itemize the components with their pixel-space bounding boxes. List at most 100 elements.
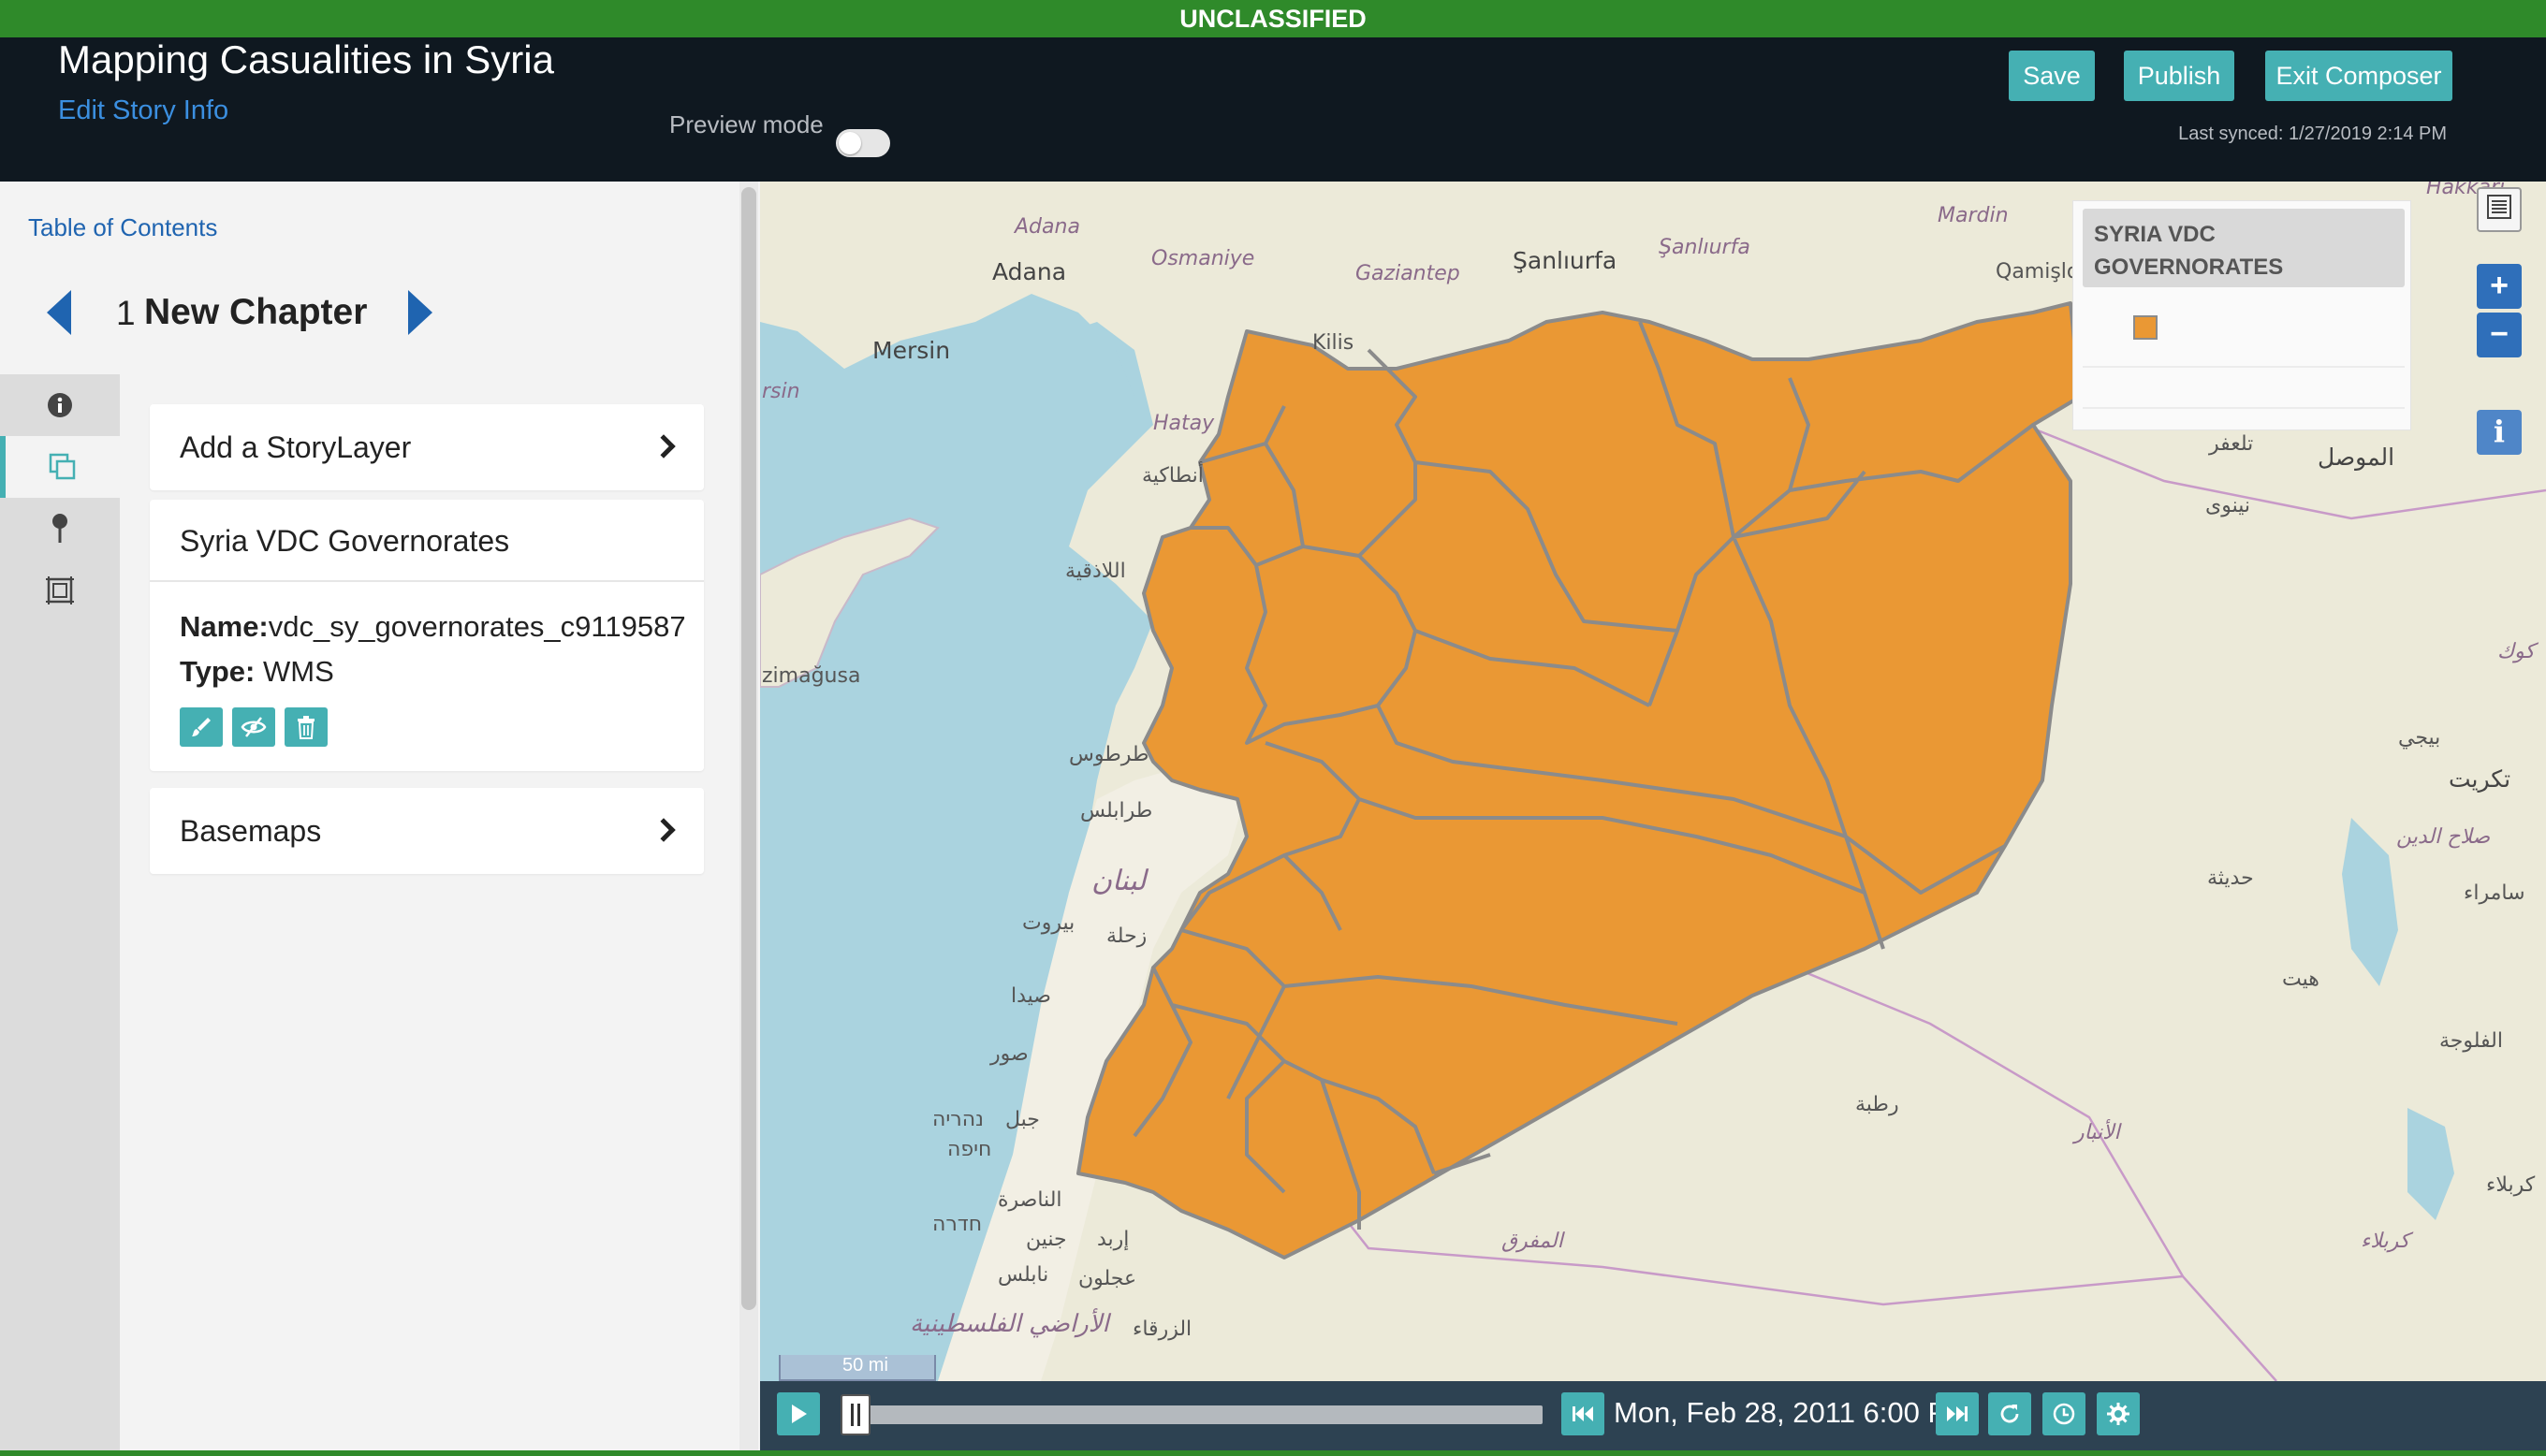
composer-left-panel: Table of Contents 1 New Chapter Add a St… (0, 182, 758, 1450)
next-chapter-arrow-icon[interactable] (408, 290, 432, 335)
map-label: zimağusa (762, 664, 861, 688)
layer-type-row: Type: WMS (180, 655, 334, 689)
layer-type-value: WMS (263, 655, 334, 688)
current-date-label: Mon, Feb 28, 2011 6:00 PM (1614, 1396, 1971, 1429)
map-label: חדרה (932, 1213, 983, 1236)
storylayer-title: Syria VDC Governorates (180, 524, 510, 558)
panel-scrollbar[interactable] (739, 182, 758, 1450)
map-label: طرطوس (1069, 743, 1149, 766)
preview-mode-toggle[interactable] (836, 129, 890, 157)
skip-back-button[interactable] (1561, 1392, 1604, 1435)
map-label: المفرق (1501, 1230, 1563, 1253)
map-label: صور (990, 1042, 1029, 1066)
layer-name-value: vdc_sy_governorates_c9119587 (268, 610, 686, 643)
toggle-visibility-button[interactable] (232, 707, 275, 747)
map-label: Qamişlo (1996, 260, 2080, 284)
map-label: نينوى (2205, 494, 2250, 517)
map-label: Adana (992, 258, 1067, 285)
style-layer-button[interactable] (180, 707, 223, 747)
tab-info[interactable] (0, 374, 120, 436)
map-label: اللاذقية (1065, 560, 1126, 583)
add-storylayer-card[interactable]: Add a StoryLayer (150, 404, 704, 490)
map-legend: SYRIA VDC GOVERNORATES (2072, 200, 2411, 430)
tab-frames[interactable] (0, 560, 120, 621)
chevron-right-icon[interactable] (651, 818, 676, 842)
classification-banner: UNCLASSIFIED (0, 0, 2546, 37)
loop-button[interactable] (1988, 1392, 2031, 1435)
map-label: الناصرة (998, 1188, 1062, 1212)
map-label: الزرقاء (1133, 1318, 1193, 1341)
map-label: الموصل (2318, 444, 2395, 471)
tab-storylayers[interactable] (0, 436, 120, 498)
map-label: نابلس (998, 1263, 1049, 1287)
toggle-knob (839, 132, 861, 154)
previous-chapter-arrow-icon[interactable] (47, 290, 71, 335)
timeline-slider-handle[interactable] (841, 1394, 871, 1435)
edit-story-info-link[interactable]: Edit Story Info (58, 95, 228, 126)
map-label: الأراضي الفلسطينية (910, 1310, 1109, 1338)
skip-forward-button[interactable] (1936, 1392, 1979, 1435)
save-button[interactable]: Save (2009, 51, 2095, 101)
map-label: بيجي (2398, 726, 2441, 750)
preview-mode-label: Preview mode (669, 110, 824, 138)
info-icon (48, 393, 72, 417)
map-label: سامراء (2464, 881, 2525, 905)
frame-icon (46, 576, 74, 604)
paintbrush-icon (192, 718, 211, 736)
map-info-button[interactable]: i (2477, 410, 2522, 455)
map-label: كربلاء (2361, 1230, 2410, 1253)
panel-tab-column (0, 374, 120, 1450)
timeline-track[interactable] (846, 1405, 1543, 1424)
layer-name-row: Name:vdc_sy_governorates_c9119587 (180, 610, 686, 644)
map-label: لبنان (1091, 865, 1147, 897)
basemaps-label: Basemaps (180, 814, 322, 848)
map-label: جنين (1026, 1228, 1067, 1251)
publish-button[interactable]: Publish (2124, 51, 2234, 101)
layer-action-buttons (180, 707, 328, 747)
exit-composer-button[interactable]: Exit Composer (2265, 51, 2452, 101)
chapter-title[interactable]: New Chapter (144, 292, 367, 333)
syria-governorates-layer (1076, 301, 2082, 1259)
map-view[interactable]: Adana Adana Osmaniye Gaziantep Şanlıurfa… (760, 182, 2546, 1381)
map-label: تكريت (2449, 765, 2511, 793)
scrollbar-thumb[interactable] (741, 187, 756, 1310)
scale-label: 50 mi (842, 1355, 888, 1376)
legend-swatch (2133, 315, 2158, 340)
map-label: طرابلس (1080, 799, 1153, 823)
zoom-out-button[interactable]: − (2477, 313, 2522, 357)
playback-settings-button[interactable] (2097, 1392, 2140, 1435)
bottom-classification-strip (0, 1450, 2546, 1456)
map-label: Şanlıurfa (1659, 236, 1750, 259)
map-label: رطبة (1855, 1093, 1899, 1116)
map-label: Mardin (1938, 204, 2009, 227)
composer-header: Mapping Casualities in Syria Edit Story … (0, 37, 2546, 182)
layers-copy-icon (49, 453, 76, 480)
basemaps-card[interactable]: Basemaps (150, 788, 704, 874)
legend-divider (2083, 366, 2405, 368)
refresh-icon (2000, 1405, 2019, 1423)
map-label: كوك (2497, 640, 2535, 663)
scale-bar: 50 mi (779, 1355, 936, 1381)
legend-title: SYRIA VDC GOVERNORATES (2094, 222, 2284, 280)
layer-switcher-button[interactable] (2477, 187, 2522, 232)
map-label: Adana (1015, 215, 1080, 239)
play-button[interactable] (777, 1392, 820, 1435)
gear-icon (2107, 1403, 2129, 1425)
zoom-in-button[interactable]: + (2477, 264, 2522, 309)
map-label: Hatay (1153, 412, 1215, 435)
map-label: بيروت (1022, 911, 1075, 935)
map-label: Şanlıurfa (1513, 247, 1617, 274)
delete-layer-button[interactable] (285, 707, 328, 747)
map-label: هيت (2282, 968, 2319, 991)
playback-timeline: Mon, Feb 28, 2011 6:00 PM (760, 1381, 2546, 1450)
tab-storypins[interactable] (0, 498, 120, 560)
chevron-right-icon[interactable] (651, 434, 676, 459)
map-label: جبل (1005, 1108, 1040, 1131)
chapter-navigator: 1 New Chapter (41, 286, 453, 339)
table-of-contents-link[interactable]: Table of Contents (28, 213, 217, 242)
lake-tharthar (2342, 818, 2398, 986)
trash-icon (298, 716, 315, 739)
list-icon (2487, 195, 2511, 219)
time-settings-button[interactable] (2042, 1392, 2085, 1435)
map-label: Mersin (872, 337, 951, 364)
